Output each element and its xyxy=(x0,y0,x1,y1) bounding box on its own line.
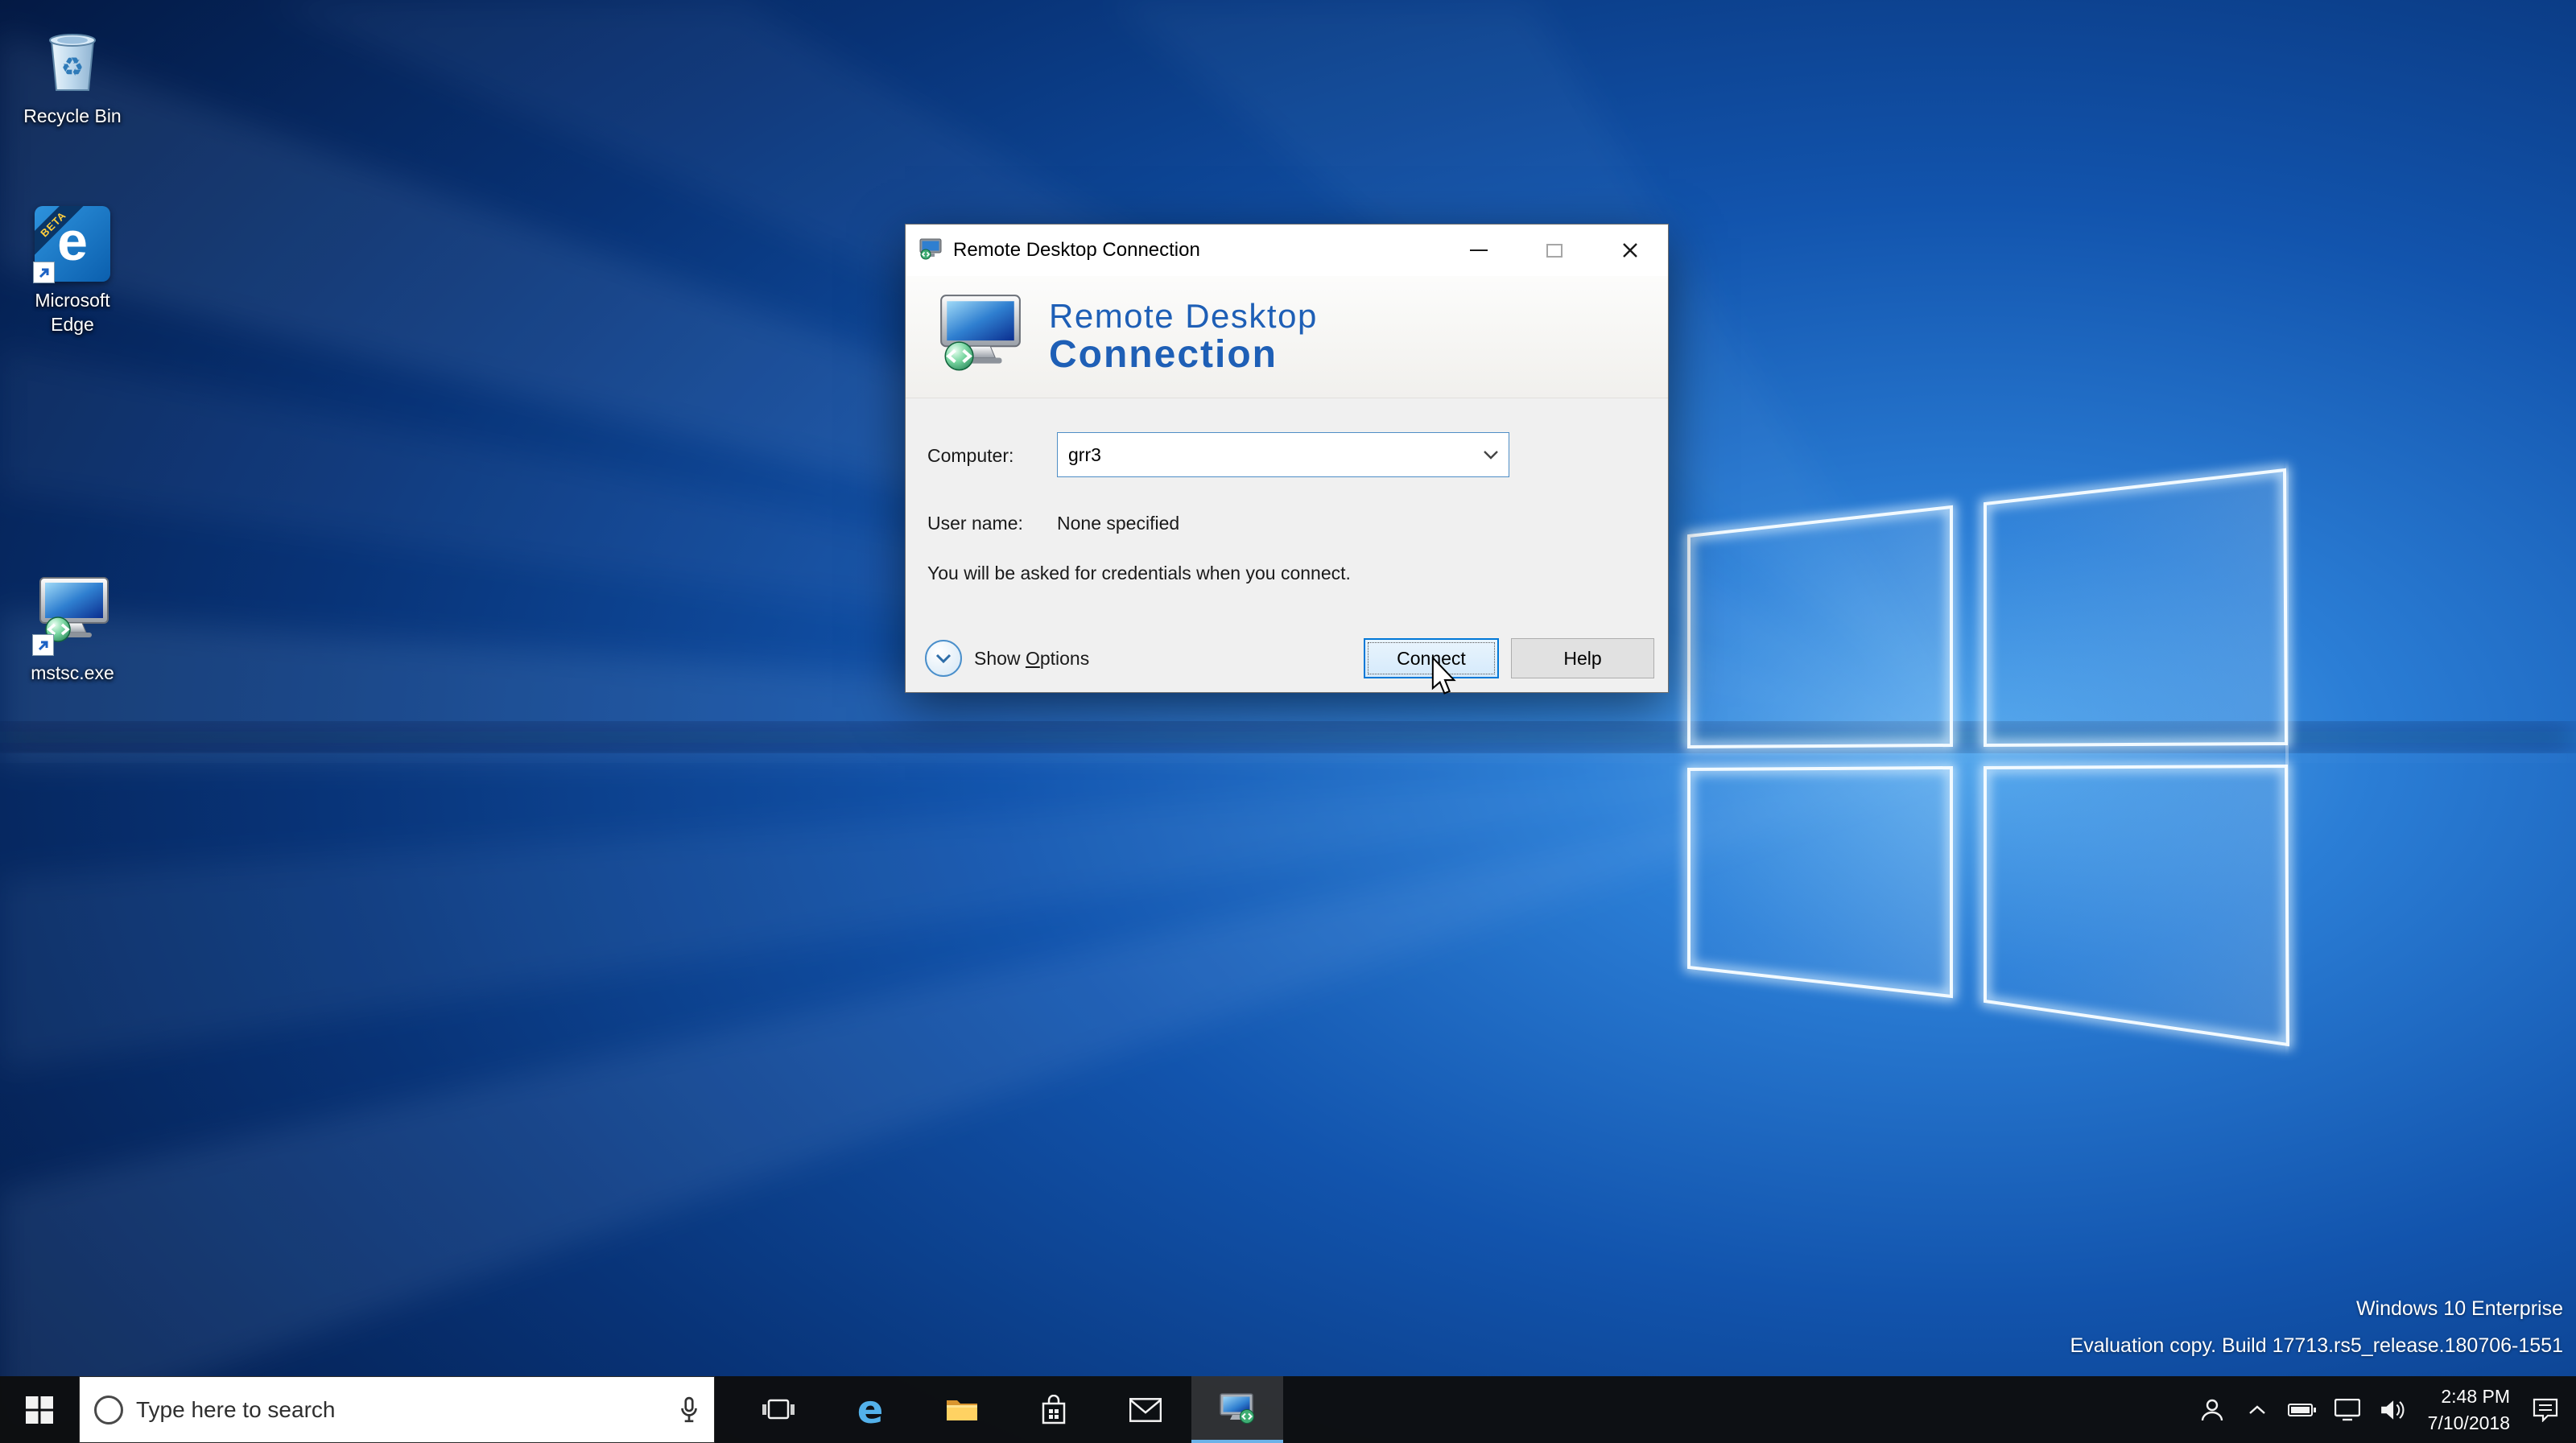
battery-icon xyxy=(2287,1403,2316,1416)
microphone-icon[interactable] xyxy=(679,1396,700,1424)
edge-icon: e BETA xyxy=(33,206,110,283)
search-input[interactable] xyxy=(136,1396,666,1423)
username-label: User name: xyxy=(927,513,1023,534)
minimize-button[interactable] xyxy=(1441,225,1517,276)
network-display-icon xyxy=(2334,1398,2360,1420)
dialog-title: Remote Desktop Connection xyxy=(953,239,1200,261)
taskbar-file-explorer-button[interactable] xyxy=(916,1376,1008,1443)
maximize-button xyxy=(1517,225,1592,276)
brand-block: Remote Desktop Connection xyxy=(1049,298,1318,376)
battery-button[interactable] xyxy=(2280,1376,2325,1443)
start-button[interactable] xyxy=(0,1376,79,1443)
volume-button[interactable] xyxy=(2370,1376,2415,1443)
desktop-icon-label: Microsoft Edge xyxy=(35,290,110,335)
taskbar-clock[interactable]: 2:48 PM 7/10/2018 xyxy=(2428,1383,2510,1435)
brand-line1: Remote Desktop xyxy=(1049,297,1318,336)
watermark-line1: Windows 10 Enterprise xyxy=(2355,1297,2563,1320)
system-tray: 2:48 PM 7/10/2018 xyxy=(2190,1376,2576,1443)
action-center-button[interactable] xyxy=(2523,1376,2568,1443)
recycle-bin-icon: ♻ xyxy=(35,16,109,97)
svg-text:♻: ♻ xyxy=(61,52,85,81)
dialog-header: Remote Desktop Connection xyxy=(906,276,1668,398)
edge-icon: e xyxy=(857,1387,884,1433)
task-view-button[interactable] xyxy=(733,1376,824,1443)
desktop-icon-label: mstsc.exe xyxy=(31,662,114,683)
people-button[interactable] xyxy=(2190,1376,2235,1443)
watermark-line2: Evaluation copy. Build 17713.rs5_release… xyxy=(2070,1334,2563,1357)
file-explorer-icon xyxy=(947,1400,977,1420)
clock-time: 2:48 PM xyxy=(2441,1386,2510,1408)
mail-icon xyxy=(1129,1397,1162,1422)
dialog-titlebar[interactable]: Remote Desktop Connection xyxy=(906,225,1668,276)
tray-overflow-button[interactable] xyxy=(2235,1376,2280,1443)
computer-label: Computer: xyxy=(927,445,1014,466)
shortcut-arrow-icon xyxy=(33,262,55,283)
shortcut-arrow-icon xyxy=(32,634,54,656)
chevron-up-icon xyxy=(2248,1404,2265,1414)
clock-date: 7/10/2018 xyxy=(2427,1412,2510,1433)
mouse-cursor xyxy=(1431,657,1456,695)
minimize-icon xyxy=(1470,249,1488,251)
action-center-icon xyxy=(2533,1398,2558,1422)
desktop-icon-microsoft-edge[interactable]: e BETA Microsoft Edge xyxy=(3,206,142,337)
desktop-icon-label: Recycle Bin xyxy=(23,105,122,126)
task-view-icon xyxy=(762,1399,795,1419)
taskbar-search[interactable] xyxy=(79,1376,715,1443)
remote-desktop-icon xyxy=(1220,1392,1254,1424)
windows-logo-icon xyxy=(26,1396,53,1424)
rdc-titlebar-icon xyxy=(919,237,943,265)
cortana-icon xyxy=(94,1395,123,1424)
credentials-note: You will be asked for credentials when y… xyxy=(927,563,1351,583)
taskbar-remote-desktop-button[interactable] xyxy=(1191,1376,1283,1443)
close-button[interactable] xyxy=(1592,225,1668,276)
taskbar: e xyxy=(0,1376,2576,1443)
speaker-icon xyxy=(2380,1400,2405,1420)
rdc-dialog: Remote Desktop Connection Remote Desktop… xyxy=(905,224,1669,693)
store-icon xyxy=(1042,1394,1066,1424)
desktop-icon-recycle-bin[interactable]: ♻ Recycle Bin xyxy=(3,16,142,129)
dialog-body: Computer: grr3 User name: None specified… xyxy=(906,398,1668,692)
desktop-icon-mstsc[interactable]: mstsc.exe xyxy=(3,576,142,686)
people-icon xyxy=(2201,1399,2223,1420)
show-options-label: Show Options xyxy=(974,647,1090,669)
wallpaper-image xyxy=(0,0,2576,1443)
username-value: None specified xyxy=(1057,513,1180,534)
chevron-down-icon[interactable] xyxy=(1473,450,1509,460)
eval-watermark: Windows 10 Enterprise Evaluation copy. B… xyxy=(2070,1291,2563,1364)
chevron-down-circle-icon xyxy=(925,640,962,677)
maximize-icon xyxy=(1546,243,1563,258)
network-button[interactable] xyxy=(2325,1376,2370,1443)
help-button[interactable]: Help xyxy=(1511,638,1654,678)
taskbar-edge-button[interactable]: e xyxy=(824,1376,916,1443)
close-icon xyxy=(1623,243,1637,258)
taskbar-mail-button[interactable] xyxy=(1100,1376,1191,1443)
taskbar-store-button[interactable] xyxy=(1008,1376,1100,1443)
computer-combobox[interactable]: grr3 xyxy=(1057,432,1509,477)
brand-line2: Connection xyxy=(1049,333,1278,377)
remote-desktop-icon xyxy=(32,576,111,656)
computer-value: grr3 xyxy=(1068,443,1101,465)
show-options-button[interactable]: Show Options xyxy=(925,638,1089,678)
desktop: ♻ Recycle Bin e BETA Microsoft Edge msts… xyxy=(0,0,2576,1443)
rdc-logo xyxy=(935,292,1025,381)
